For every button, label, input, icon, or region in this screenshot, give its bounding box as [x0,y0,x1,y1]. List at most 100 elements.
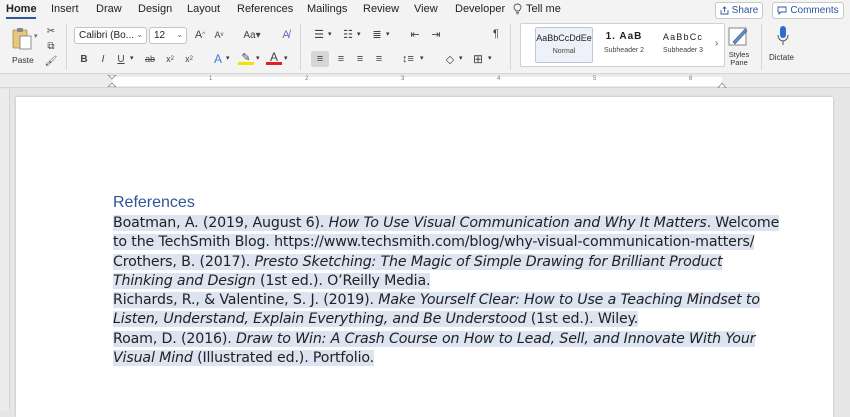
selected-text: Listen, Understand, Explain Everything, … [113,311,638,328]
bullets-icon[interactable]: ☰ [311,27,327,41]
line-spacing-icon[interactable]: ↕≡ [400,52,416,66]
selected-text: Boatman, A. (2019, August 6). How To Use… [113,215,779,231]
ruler-number: 5 [593,76,597,82]
multilevel-chevron-icon[interactable]: ▾ [386,30,390,38]
ruler-number: 2 [305,76,309,82]
decrease-indent-icon[interactable]: ⇤ [407,27,423,41]
decrease-font-size-icon[interactable]: Av [211,28,227,42]
ruler-number: 3 [401,76,405,82]
comment-icon [777,6,787,15]
font-color-icon[interactable]: A [266,50,282,65]
vertical-ruler[interactable] [0,89,10,410]
document-page[interactable]: References Boatman, A. (2019, August 6).… [16,97,833,417]
shading-chevron-icon[interactable]: ▾ [459,54,463,62]
reference-line[interactable]: Roam, D. (2016). Draw to Win: A Crash Co… [113,330,756,349]
tab-mailings[interactable]: Mailings [307,3,347,15]
comments-button[interactable]: Comments [772,2,844,19]
subscript-icon[interactable]: x2 [162,52,178,66]
text-effects-chevron-icon[interactable]: ▾ [226,54,230,62]
highlight-chevron-icon[interactable]: ▾ [256,54,260,62]
tab-layout[interactable]: Layout [187,3,220,15]
share-button[interactable]: Share [715,2,763,19]
tab-references[interactable]: References [237,3,293,15]
tab-draw[interactable]: Draw [96,3,122,15]
selected-text: to the TechSmith Blog. https://www.techs… [113,234,754,251]
cut-icon[interactable]: ✂ [43,24,59,38]
styles-gallery: AaBbCcDdEe Normal 1. AaB Subheader 2 AaB… [520,23,725,67]
align-right-icon[interactable]: ≡ [352,52,368,66]
numbering-chevron-icon[interactable]: ▾ [357,30,361,38]
gallery-more-chevron-icon[interactable]: › [715,38,718,49]
align-center-icon[interactable]: ≡ [333,52,349,66]
font-size-dropdown[interactable]: 12 ⌄ [149,27,187,44]
font-name-dropdown[interactable]: Calibri (Bo... ⌄ [74,27,147,44]
paste-options-chevron-icon[interactable]: ▾ [34,32,38,40]
underline-icon[interactable]: U [113,52,129,66]
reference-line[interactable]: Crothers, B. (2017). Presto Sketching: T… [113,253,753,272]
references-heading[interactable]: References [113,194,195,212]
tab-developer[interactable]: Developer [455,3,505,15]
references-list[interactable]: Boatman, A. (2019, August 6). How To Use… [113,214,779,368]
increase-font-size-icon[interactable]: A ^ [192,28,208,42]
text-effects-icon[interactable]: A [210,52,226,66]
styles-pane-button[interactable]: Styles Pane [727,24,751,70]
bold-icon[interactable]: B [76,52,92,66]
reference-line[interactable]: Listen, Understand, Explain Everything, … [113,310,753,329]
line-spacing-chevron-icon[interactable]: ▾ [420,54,424,62]
tab-view[interactable]: View [414,3,438,15]
ribbon-divider [761,24,762,70]
reference-title-run: Visual Mind [113,350,193,367]
format-painter-icon[interactable]: 🖌 [43,54,59,68]
horizontal-ruler[interactable]: 1 2 3 4 5 6 [0,75,850,88]
reference-title-run: Listen, Understand, Explain Everything, … [113,311,527,328]
shading-icon[interactable]: ◇ [442,52,458,66]
superscript-icon[interactable]: x2 [181,52,197,66]
highlight-icon[interactable]: ✎ [238,52,254,65]
reference-text-run: . Welcome [706,215,780,231]
increase-indent-icon[interactable]: ⇥ [428,27,444,41]
reference-line[interactable]: to the TechSmith Blog. https://www.techs… [113,233,754,252]
strikethrough-icon[interactable]: ab [142,52,158,66]
change-case-icon[interactable]: Aa▾ [240,28,264,42]
bullets-chevron-icon[interactable]: ▾ [328,30,332,38]
tab-insert[interactable]: Insert [51,3,79,15]
font-color-chevron-icon[interactable]: ▾ [284,54,288,62]
align-left-icon[interactable]: ≡ [311,51,329,67]
borders-chevron-icon[interactable]: ▾ [488,54,492,62]
tab-review[interactable]: Review [363,3,399,15]
tell-me-search[interactable]: Tell me [513,3,561,15]
numbering-icon[interactable]: ☷ [340,27,356,41]
tab-home[interactable]: Home [6,3,37,15]
tell-me-label: Tell me [526,3,561,15]
tab-design[interactable]: Design [138,3,172,15]
selected-text: Thinking and Design (1st ed.). O’Reilly … [113,272,431,289]
borders-icon[interactable]: ⊞ [470,52,486,66]
reference-text-run: Boatman, A. (2019, August 6). [113,215,329,231]
copy-icon[interactable]: ⧉ [43,39,59,53]
ribbon-divider [300,24,301,70]
italic-icon[interactable]: I [95,52,111,66]
multilevel-list-icon[interactable]: ≣ [369,27,385,41]
dictate-button[interactable]: Dictate [768,24,798,64]
ruler-number: 4 [497,76,501,82]
style-normal[interactable]: AaBbCcDdEe Normal [535,27,593,63]
reference-line[interactable]: Boatman, A. (2019, August 6). How To Use… [113,214,779,233]
paste-label: Paste [12,55,34,65]
reference-line[interactable]: Richards, R., & Valentine, S. J. (2019).… [113,291,760,310]
ribbon-divider [510,24,511,70]
reference-title-run: Thinking and Design [113,272,256,289]
paste-button[interactable]: Paste [8,24,38,66]
ruler-number: 6 [689,76,693,82]
clear-formatting-icon[interactable]: A̸ [278,28,294,42]
underline-chevron-icon[interactable]: ▾ [130,54,134,62]
style-name: Subheader 2 [603,47,645,54]
style-subheader-3[interactable]: AaBbCc Subheader 3 [654,27,712,63]
show-formatting-icon[interactable]: ¶ [488,27,504,41]
reference-title-run: Make Yourself Clear: How to Use a Teachi… [378,292,760,309]
justify-icon[interactable]: ≡ [371,52,387,66]
indent-marker-icon[interactable] [107,75,117,87]
right-indent-marker-icon[interactable] [717,82,727,88]
style-subheader-2[interactable]: 1. AaB Subheader 2 [595,27,653,63]
reference-line[interactable]: Visual Mind (Illustrated ed.). Portfolio… [113,349,753,368]
reference-line[interactable]: Thinking and Design (1st ed.). O’Reilly … [113,272,753,291]
